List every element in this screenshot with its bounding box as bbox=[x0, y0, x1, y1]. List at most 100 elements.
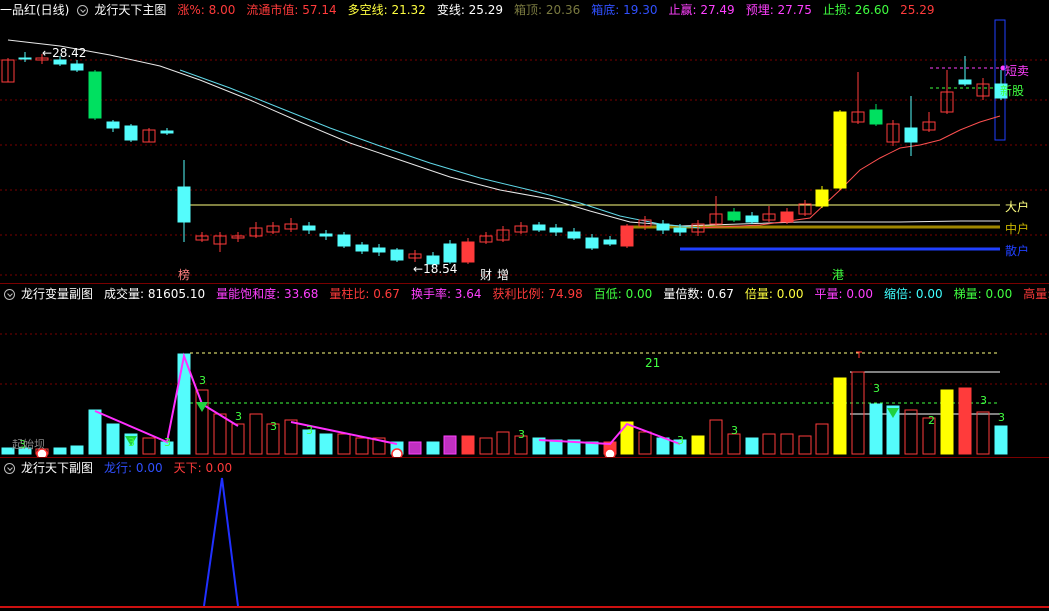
main-field-4: 箱顶: 20.36 bbox=[514, 3, 581, 17]
sub-field-1: 天下: 0.00 bbox=[173, 461, 233, 475]
panel-separator[interactable] bbox=[0, 457, 1049, 458]
vol-field-4: 获利比例: 74.98 bbox=[492, 287, 583, 301]
candle-body bbox=[160, 130, 174, 134]
main-field-value-5: 19.30 bbox=[623, 3, 658, 17]
panel-separator[interactable] bbox=[0, 283, 1049, 284]
vol-field-6: 量倍数: 0.67 bbox=[663, 287, 734, 301]
volume-bar bbox=[745, 437, 759, 455]
marker-gang: 港 bbox=[832, 268, 845, 282]
range-box bbox=[994, 19, 1006, 141]
candle-body bbox=[603, 239, 617, 245]
volume-bar bbox=[249, 413, 263, 455]
main-field-value-0: 8.00 bbox=[208, 3, 236, 17]
candle-body bbox=[567, 231, 581, 239]
volume-panel[interactable]: 33333333333332 龙行变量副图 成交量: 81605.10 量能饱和度:… bbox=[0, 284, 1049, 458]
volume-panel-header: 龙行变量副图 成交量: 81605.10 量能饱和度: 33.68 量柱比: 0.67… bbox=[0, 284, 1049, 304]
volume-bar bbox=[780, 433, 794, 455]
main-indicator-name[interactable]: 龙行天下主图 bbox=[94, 3, 166, 17]
sub-indicator-chart[interactable] bbox=[0, 458, 1049, 611]
vol-field-value-9: 0.00 bbox=[915, 287, 943, 301]
candle-body bbox=[549, 227, 563, 233]
sub-field-value-1: 0.00 bbox=[205, 461, 233, 475]
sub-indicator-name[interactable]: 龙行天下副图 bbox=[21, 461, 93, 475]
candle-body bbox=[302, 225, 316, 231]
settings-icon[interactable] bbox=[4, 289, 15, 300]
volume-bar bbox=[355, 437, 369, 455]
marker-zeng: 增 bbox=[497, 268, 510, 282]
candle-body bbox=[780, 211, 794, 223]
candle-body bbox=[833, 111, 847, 189]
main-chart-header: 一品红(日线) 龙行天下主图 涨%: 8.00 流通市值: 57.14 多空线: 21.… bbox=[0, 0, 946, 20]
candle-body bbox=[958, 79, 972, 85]
candle-body bbox=[673, 227, 687, 233]
main-field-5: 箱底: 19.30 bbox=[591, 3, 658, 17]
count-label: 3 bbox=[998, 411, 1005, 424]
volume-bar bbox=[833, 377, 847, 455]
candle-body bbox=[815, 189, 829, 207]
sub-field-value-0: 0.00 bbox=[135, 461, 163, 475]
main-field-value-1: 57.14 bbox=[302, 3, 337, 17]
volume-indicator-name[interactable]: 龙行变量副图 bbox=[21, 287, 93, 301]
start-dam-label: 起始坝 bbox=[12, 438, 45, 451]
volume-bar bbox=[284, 419, 298, 455]
candle-body bbox=[461, 241, 475, 263]
count-label: 3 bbox=[128, 436, 135, 449]
candle-body bbox=[656, 223, 670, 231]
count-label: 3 bbox=[731, 424, 738, 437]
candle-body bbox=[70, 63, 84, 71]
vol-field-value-5: 0.00 bbox=[625, 287, 653, 301]
big-holder-label: 大户 bbox=[1005, 200, 1030, 214]
sub-fields: 龙行: 0.00 天下: 0.00 bbox=[99, 461, 238, 475]
volume-bar bbox=[213, 413, 227, 455]
count-label: 3 bbox=[306, 424, 313, 437]
vol-field-value-7: 0.00 bbox=[776, 287, 804, 301]
count-label: 3 bbox=[270, 420, 277, 433]
candle-body bbox=[532, 224, 546, 231]
volume-bar bbox=[461, 435, 475, 455]
volume-bar bbox=[231, 423, 245, 455]
count-label: 3 bbox=[235, 410, 242, 423]
candle-body bbox=[745, 215, 759, 223]
candle-body bbox=[355, 244, 369, 252]
price-low-label: ←18.54 bbox=[413, 262, 458, 276]
volume-bar bbox=[496, 431, 510, 455]
volume-bar bbox=[142, 437, 156, 455]
price-high-label: ←28.42 bbox=[42, 46, 87, 60]
vol-field-9: 缩倍: 0.00 bbox=[884, 287, 943, 301]
main-field-value-8: 26.60 bbox=[854, 3, 890, 17]
bottom-axis-line bbox=[0, 606, 1049, 608]
settings-icon[interactable] bbox=[77, 5, 89, 16]
short-sell-signal: 短卖 bbox=[1005, 64, 1030, 78]
count-label: 3 bbox=[873, 382, 880, 395]
volume-bar bbox=[709, 419, 723, 455]
candle-body bbox=[177, 186, 191, 223]
volume-bar bbox=[994, 425, 1008, 455]
volume-bar bbox=[426, 441, 440, 455]
ma-red-line bbox=[699, 115, 1001, 229]
main-field-value-7: 27.75 bbox=[777, 3, 812, 17]
main-field-value-3: 25.29 bbox=[468, 3, 504, 17]
volume-bar bbox=[195, 389, 209, 455]
main-field-9: 25.29 bbox=[900, 3, 934, 17]
sub-field-0: 龙行: 0.00 bbox=[104, 461, 163, 475]
marker-bang: 榜 bbox=[178, 268, 191, 282]
vol-field-0: 成交量: 81605.10 bbox=[104, 287, 206, 301]
main-field-0: 涨%: 8.00 bbox=[177, 3, 236, 17]
volume-bar bbox=[88, 409, 102, 455]
sub-indicator-panel[interactable]: 龙行天下副图 龙行: 0.00 天下: 0.00 bbox=[0, 458, 1049, 611]
ma-white-line bbox=[7, 39, 1000, 227]
main-field-value-6: 27.49 bbox=[700, 3, 735, 17]
vol-field-5: 百低: 0.00 bbox=[593, 287, 653, 301]
mid-holder-label: 中户 bbox=[1005, 222, 1030, 236]
candle-body bbox=[727, 211, 741, 221]
vol-field-10: 梯量: 0.00 bbox=[953, 287, 1013, 301]
vol-field-value-6: 0.67 bbox=[707, 287, 734, 301]
candlestick-chart[interactable] bbox=[0, 0, 1049, 282]
volume-chart[interactable]: 3 3 3333 3 3 333332 bbox=[0, 284, 1049, 458]
vol-field-2: 量柱比: 0.67 bbox=[329, 287, 400, 301]
settings-icon[interactable] bbox=[4, 463, 15, 474]
main-chart-panel[interactable]: 一品红(日线) 龙行天下主图 涨%: 8.00 流通市值: 57.14 多空线: 21.… bbox=[0, 0, 1049, 282]
main-fields: 涨%: 8.00 流通市值: 57.14 多空线: 21.32 变线: 25.29 箱顶… bbox=[172, 3, 940, 17]
volume-bar bbox=[904, 409, 918, 455]
volume-bar bbox=[638, 431, 652, 455]
